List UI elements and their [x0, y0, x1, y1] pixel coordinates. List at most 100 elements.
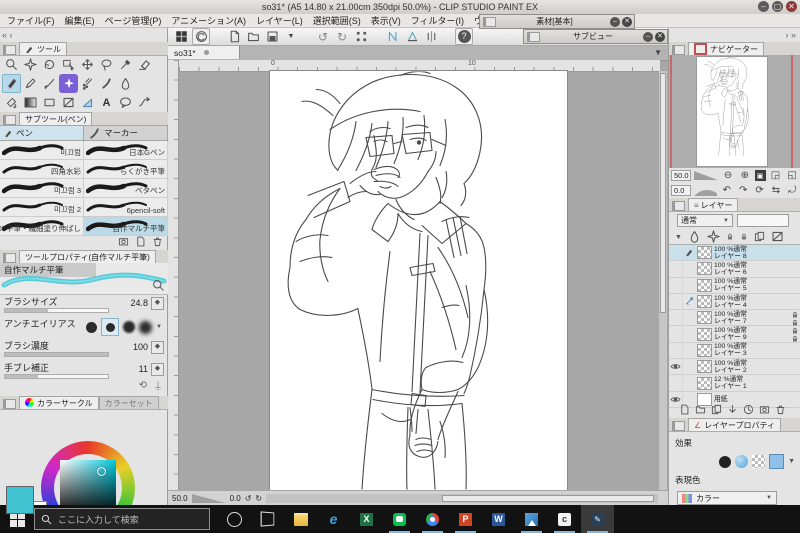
taskbar-app-clip-paint[interactable]: ✎: [581, 505, 614, 533]
layer-row-レイヤー 3[interactable]: 100 %通常 レイヤー 3: [669, 342, 800, 360]
tool-lasso[interactable]: [97, 55, 116, 74]
subview-panel-titlebar[interactable]: サブビュー – ✕: [523, 29, 668, 44]
palette-dropdown-icon[interactable]: ▼: [675, 231, 682, 242]
layer-opacity-input[interactable]: [737, 214, 789, 227]
canvas-hscrollbar[interactable]: [266, 493, 658, 503]
tab-tool-property[interactable]: ツールプロパティ(自作マルチ平筆): [19, 250, 156, 263]
new-layer-icon[interactable]: [679, 404, 690, 415]
layer-visibility-toggle[interactable]: [669, 277, 683, 293]
new-subtool-icon[interactable]: [135, 236, 146, 247]
antialias-weak-selected[interactable]: [101, 318, 120, 336]
tool-gradient[interactable]: [21, 93, 40, 112]
flip-horizontal-icon[interactable]: ⇆: [769, 184, 782, 197]
param-option-button[interactable]: ◆: [151, 341, 164, 354]
antialias-none[interactable]: [86, 321, 98, 333]
taskbar-app-clip-studio[interactable]: c: [548, 505, 581, 533]
tool-text[interactable]: A: [97, 93, 116, 112]
tool-pen[interactable]: [2, 74, 21, 93]
dropdown-icon[interactable]: ▼: [788, 458, 795, 465]
lock-alpha-icon[interactable]: [740, 233, 748, 241]
layer-visibility-toggle[interactable]: [669, 359, 683, 375]
layer-thumbnail[interactable]: [698, 344, 711, 356]
taskbar-app-chrome[interactable]: [416, 505, 449, 533]
navigator-rotate-slider[interactable]: [694, 186, 718, 196]
layer-visibility-toggle[interactable]: [669, 310, 683, 326]
subview-minimize-button[interactable]: –: [643, 31, 653, 42]
dots-icon[interactable]: [353, 29, 369, 44]
tab-list-dropdown-icon[interactable]: ▼: [654, 48, 662, 57]
lock-layer-icon[interactable]: [726, 233, 734, 241]
subtool-group-マーカー[interactable]: マーカー: [84, 125, 168, 141]
tab-color-set[interactable]: カラーセット: [98, 396, 159, 409]
clip-below-icon[interactable]: [754, 231, 765, 242]
taskbar-app-task-view[interactable]: [251, 505, 284, 533]
tab-layers[interactable]: ≡ レイヤー: [688, 198, 739, 211]
brush-item[interactable]: ベタペン: [84, 179, 168, 198]
brush-item[interactable]: 105平筆・繊細塗り伸ばし: [0, 217, 84, 236]
dropdown-icon[interactable]: ▼: [283, 29, 299, 44]
fit-screen-icon[interactable]: ▣: [754, 170, 766, 181]
blend-mode-select[interactable]: 通常 ▼: [677, 214, 733, 227]
sv-selector[interactable]: [97, 467, 106, 476]
taskbar-app-cortana[interactable]: [218, 505, 251, 533]
snapshot-icon[interactable]: [759, 404, 770, 415]
layer-thumbnail[interactable]: [698, 263, 711, 275]
tool-decoration[interactable]: [59, 74, 78, 93]
dock-collapse-buttons[interactable]: « ‹: [2, 28, 13, 42]
tool-figure[interactable]: [40, 93, 59, 112]
antialias-options[interactable]: ▼: [86, 318, 162, 336]
merge-down-icon[interactable]: [727, 404, 738, 415]
tool-eraser[interactable]: [135, 55, 154, 74]
canvas-vscrollbar[interactable]: [659, 71, 667, 490]
reference-icon[interactable]: [771, 230, 784, 243]
tool-fude[interactable]: [97, 74, 116, 93]
tab-layer-property[interactable]: ∠ レイヤープロパティ: [688, 418, 781, 431]
layer-row-レイヤー 6[interactable]: 100 %通常 レイヤー 6: [669, 261, 800, 278]
taskbar-app-explorer[interactable]: [284, 505, 317, 533]
tool-frame[interactable]: [59, 93, 78, 112]
onion-icon[interactable]: [707, 230, 720, 243]
fit-width-icon[interactable]: ◱: [785, 169, 799, 182]
layer-thumbnail[interactable]: [698, 328, 711, 340]
tab-navigator[interactable]: ナビゲーター: [688, 42, 764, 55]
layer-row-レイヤー 9[interactable]: 100 %通常 レイヤー 9: [669, 326, 800, 343]
layer-row-レイヤー 5[interactable]: 100 %通常 レイヤー 5: [669, 277, 800, 294]
tool-balloon[interactable]: [116, 93, 135, 112]
rotate-right-icon[interactable]: ↻: [255, 494, 262, 503]
subtool-group-ペン[interactable]: ペン: [0, 125, 84, 141]
tool-pencil[interactable]: [21, 74, 40, 93]
taskbar-app-photos[interactable]: [515, 505, 548, 533]
param-slider[interactable]: [4, 352, 109, 357]
tool-magnifier[interactable]: [2, 55, 21, 74]
tool-object[interactable]: [59, 55, 78, 74]
tab-subtool[interactable]: サブツール(ペン): [19, 112, 93, 125]
tone-effect-icon[interactable]: [735, 455, 749, 468]
material-minimize-button[interactable]: –: [610, 16, 620, 27]
layer-thumbnail[interactable]: [698, 361, 711, 373]
antialias-strong[interactable]: [139, 320, 153, 334]
tool-ruler[interactable]: [78, 93, 97, 112]
menu-item-6[interactable]: 表示(V): [366, 14, 406, 27]
tab-tool[interactable]: ツール: [19, 42, 67, 55]
register-material-icon[interactable]: ⍊: [155, 380, 161, 391]
tool-brush[interactable]: [40, 74, 59, 93]
workspace-grid-icon[interactable]: [173, 29, 189, 44]
tool-rotate-canvas[interactable]: [40, 55, 59, 74]
menu-item-4[interactable]: レイヤー(L): [251, 14, 308, 27]
layer-row-レイヤー 7[interactable]: 100 %通常 レイヤー 7: [669, 310, 800, 327]
magnifier-icon[interactable]: [152, 279, 165, 292]
snap-grid-icon[interactable]: [423, 29, 439, 44]
layer-thumbnail[interactable]: [698, 312, 711, 324]
menu-item-2[interactable]: ページ管理(P): [100, 14, 167, 27]
tool-eyedropper[interactable]: [116, 55, 135, 74]
layer-row-レイヤー 8[interactable]: 100 %通常 レイヤー 8: [669, 245, 800, 262]
mask-icon[interactable]: [688, 230, 701, 243]
layer-visibility-toggle[interactable]: [669, 293, 683, 310]
undo-icon[interactable]: ↺: [315, 29, 331, 44]
tool-operate[interactable]: [21, 55, 40, 74]
menu-item-5[interactable]: 選択範囲(S): [308, 14, 366, 27]
tool-flow[interactable]: [135, 93, 154, 112]
brush-item[interactable]: 미끄럼 3: [0, 179, 84, 198]
layer-visibility-toggle[interactable]: [669, 245, 683, 261]
layer-color-icon[interactable]: [769, 454, 785, 469]
